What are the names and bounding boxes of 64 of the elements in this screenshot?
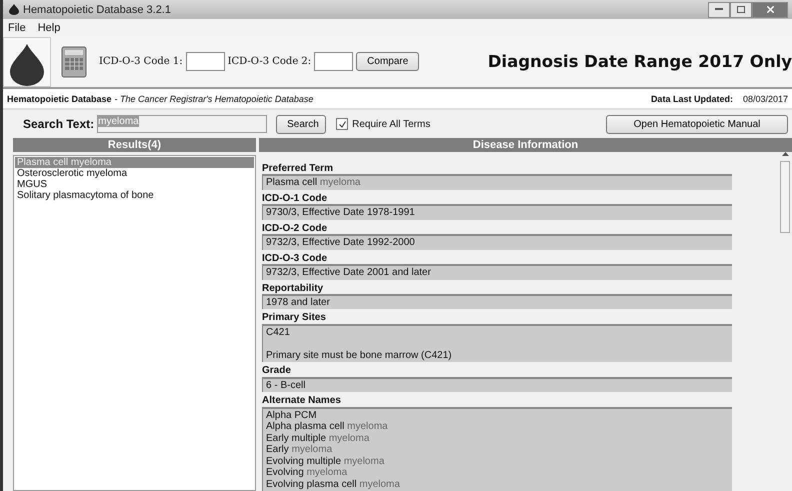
value-text: Primary site must be bone marrow (C421) (266, 350, 452, 361)
search-button[interactable]: Search (276, 114, 326, 134)
value-text: myeloma (320, 177, 360, 188)
code-1-label: ICD-O-3 Code 1: (99, 56, 183, 67)
drop-icon (9, 4, 19, 15)
calculator-icon[interactable] (61, 46, 87, 78)
value-text: 1978 and later (266, 296, 330, 308)
app-name: Hematopoietic Database (7, 94, 112, 104)
minimize-icon (715, 8, 723, 11)
value-text: myeloma (292, 444, 332, 455)
drop-icon (10, 44, 44, 86)
results-header: Results(4) (13, 138, 256, 152)
value-text: myeloma (359, 478, 400, 490)
value-text: Early multiple (266, 432, 328, 444)
code-2-input[interactable] (314, 52, 354, 71)
value-text: myeloma (347, 421, 388, 432)
drop-button[interactable] (3, 36, 51, 86)
result-item[interactable]: Solitary plasmacytoma of bone (15, 190, 254, 201)
value-text: myeloma (306, 467, 348, 478)
search-label: Search Text: (23, 117, 94, 131)
app-subtitle: - The Cancer Registrar's Hematopoietic Database (114, 94, 314, 104)
field-label: Primary Sites (262, 312, 327, 324)
value-text: myeloma (344, 456, 384, 466)
value-text: Plasma cell (266, 177, 318, 188)
value-text: 9732/3, Effective Date 1992-2000 (266, 237, 415, 248)
result-item[interactable]: MGUS (15, 179, 254, 190)
field-label: ICD-O-3 Code (262, 252, 328, 264)
close-icon (766, 6, 774, 13)
updated-label: Data Last Updated: (650, 94, 733, 104)
menu-item[interactable]: Help (38, 22, 60, 34)
open-manual-button[interactable]: Open Hematopoietic Manual (606, 114, 788, 134)
value-text: 6 - B-cell (266, 380, 306, 391)
field-label: ICD-O-2 Code (262, 222, 328, 234)
scrollbar-thumb[interactable] (780, 161, 790, 233)
field-label: Grade (262, 365, 292, 377)
value-text: 9730/3, Effective Date 1978-1991 (266, 207, 415, 218)
result-item[interactable]: Osterosclerotic myeloma (15, 168, 254, 179)
value-text: Alpha plasma cell (266, 421, 346, 432)
code-1-input[interactable] (186, 52, 225, 71)
compare-button[interactable]: Compare (356, 52, 420, 71)
value-text: 9732/3, Effective Date 2001 and later (266, 267, 431, 278)
field-label: ICD-O-1 Code (262, 192, 328, 204)
value-text: Evolving plasma cell (266, 478, 358, 490)
field-label: Preferred Term (262, 163, 334, 174)
require-all-checkbox[interactable] (336, 118, 348, 130)
menu-item[interactable]: File (8, 22, 26, 34)
window-title: Hematopoietic Database 3.2.1 (23, 4, 171, 16)
value-text: Evolving multiple (266, 456, 342, 466)
maximize-icon (737, 6, 745, 13)
updated-date: 08/03/2017 (742, 94, 788, 104)
maximize-button[interactable] (730, 2, 752, 18)
value-text: Alpha PCM (266, 410, 317, 420)
field-label: Alternate Names (262, 395, 342, 406)
minimize-button[interactable] (708, 2, 730, 18)
code-2-label: ICD-O-3 Code 2: (228, 56, 312, 67)
value-text: myeloma (328, 432, 370, 444)
value-text: Early (266, 444, 290, 455)
value-text: C421 (266, 326, 290, 338)
disease-info-header: Disease Information (259, 138, 792, 152)
date-range-title: Diagnosis Date Range 2017 Only (488, 52, 792, 71)
require-all-label: Require All Terms (352, 118, 430, 130)
close-button[interactable] (752, 2, 788, 18)
field-label: Reportability (262, 282, 324, 294)
value-text: Evolving (266, 467, 305, 478)
